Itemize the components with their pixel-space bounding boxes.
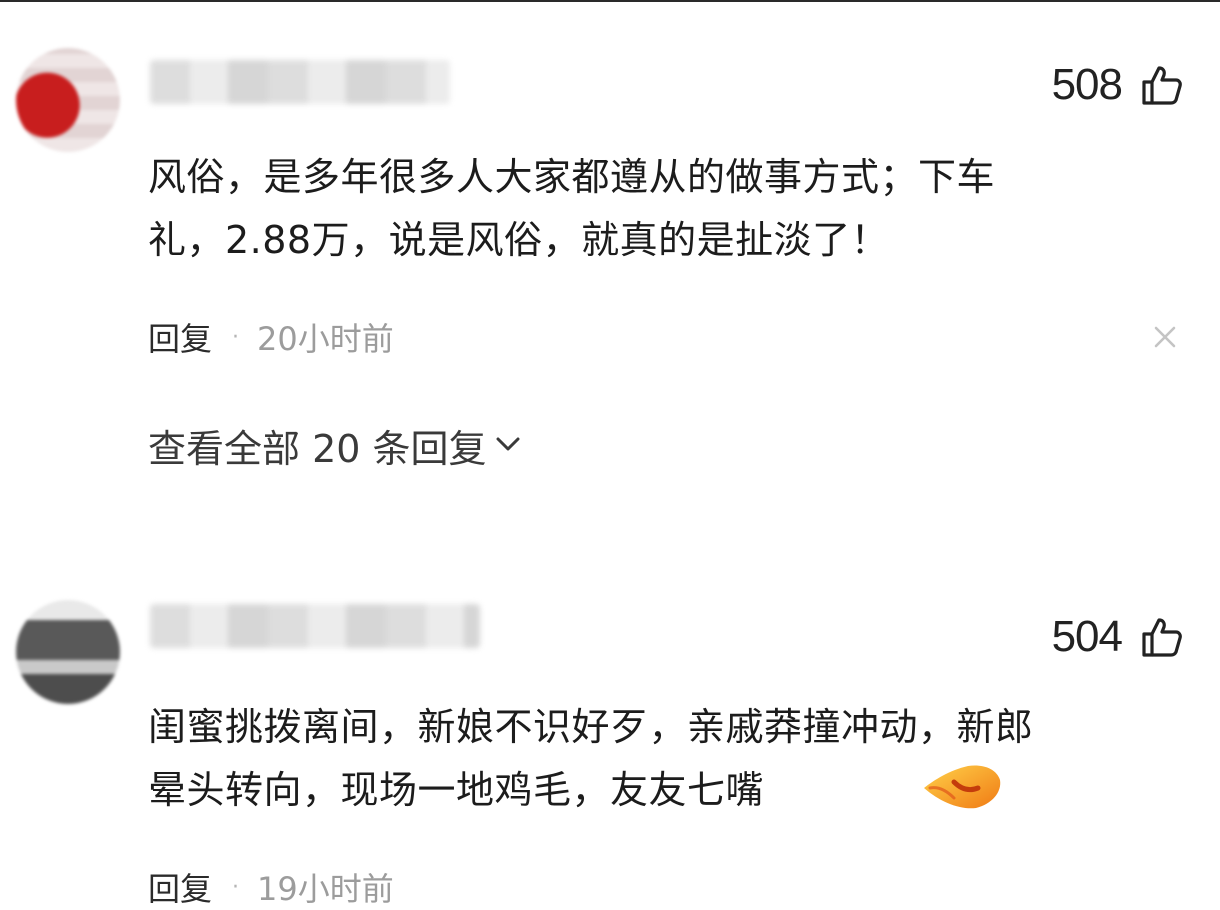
comment-timestamp: 20小时前 xyxy=(257,320,394,358)
top-divider xyxy=(0,0,1220,2)
meta-separator: · xyxy=(232,324,240,350)
comment-text-line: 风俗，是多年很多人大家都遵从的做事方式；下车 xyxy=(148,155,996,199)
comment-text: 风俗，是多年很多人大家都遵从的做事方式；下车 礼，2.88万，说是风俗，就真的是… xyxy=(148,146,1138,272)
chevron-down-icon xyxy=(493,424,523,468)
close-icon[interactable] xyxy=(1150,322,1180,352)
like-control[interactable]: 504 xyxy=(1052,612,1184,662)
comment-meta: 回复 · 20小时前 xyxy=(148,314,394,360)
reply-button[interactable]: 回复 xyxy=(148,864,212,910)
like-control[interactable]: 508 xyxy=(1052,60,1184,110)
username-redacted[interactable] xyxy=(150,60,450,104)
like-count: 508 xyxy=(1051,60,1123,109)
comment-text-line: 礼，2.88万，说是风俗，就真的是扯淡了！ xyxy=(148,218,890,262)
thumbs-up-icon[interactable] xyxy=(1140,63,1184,107)
comment-meta: 回复 · 19小时前 xyxy=(148,864,394,910)
view-all-replies-button[interactable]: 查看全部 20 条回复 xyxy=(148,418,523,473)
reply-button[interactable]: 回复 xyxy=(148,314,212,360)
avatar[interactable] xyxy=(16,600,120,704)
like-count: 504 xyxy=(1051,612,1123,661)
comment-text-line: 闺蜜挑拨离间，新娘不识好歹，亲戚莽撞冲动，新郎 xyxy=(148,705,1034,749)
comment-timestamp: 19小时前 xyxy=(257,870,394,908)
meta-separator: · xyxy=(232,874,240,900)
thumbs-up-icon[interactable] xyxy=(1140,615,1184,659)
username-redacted[interactable] xyxy=(150,604,480,648)
view-all-replies-label: 查看全部 20 条回复 xyxy=(148,427,487,471)
emoji-icon xyxy=(920,758,1004,814)
avatar[interactable] xyxy=(16,48,120,152)
